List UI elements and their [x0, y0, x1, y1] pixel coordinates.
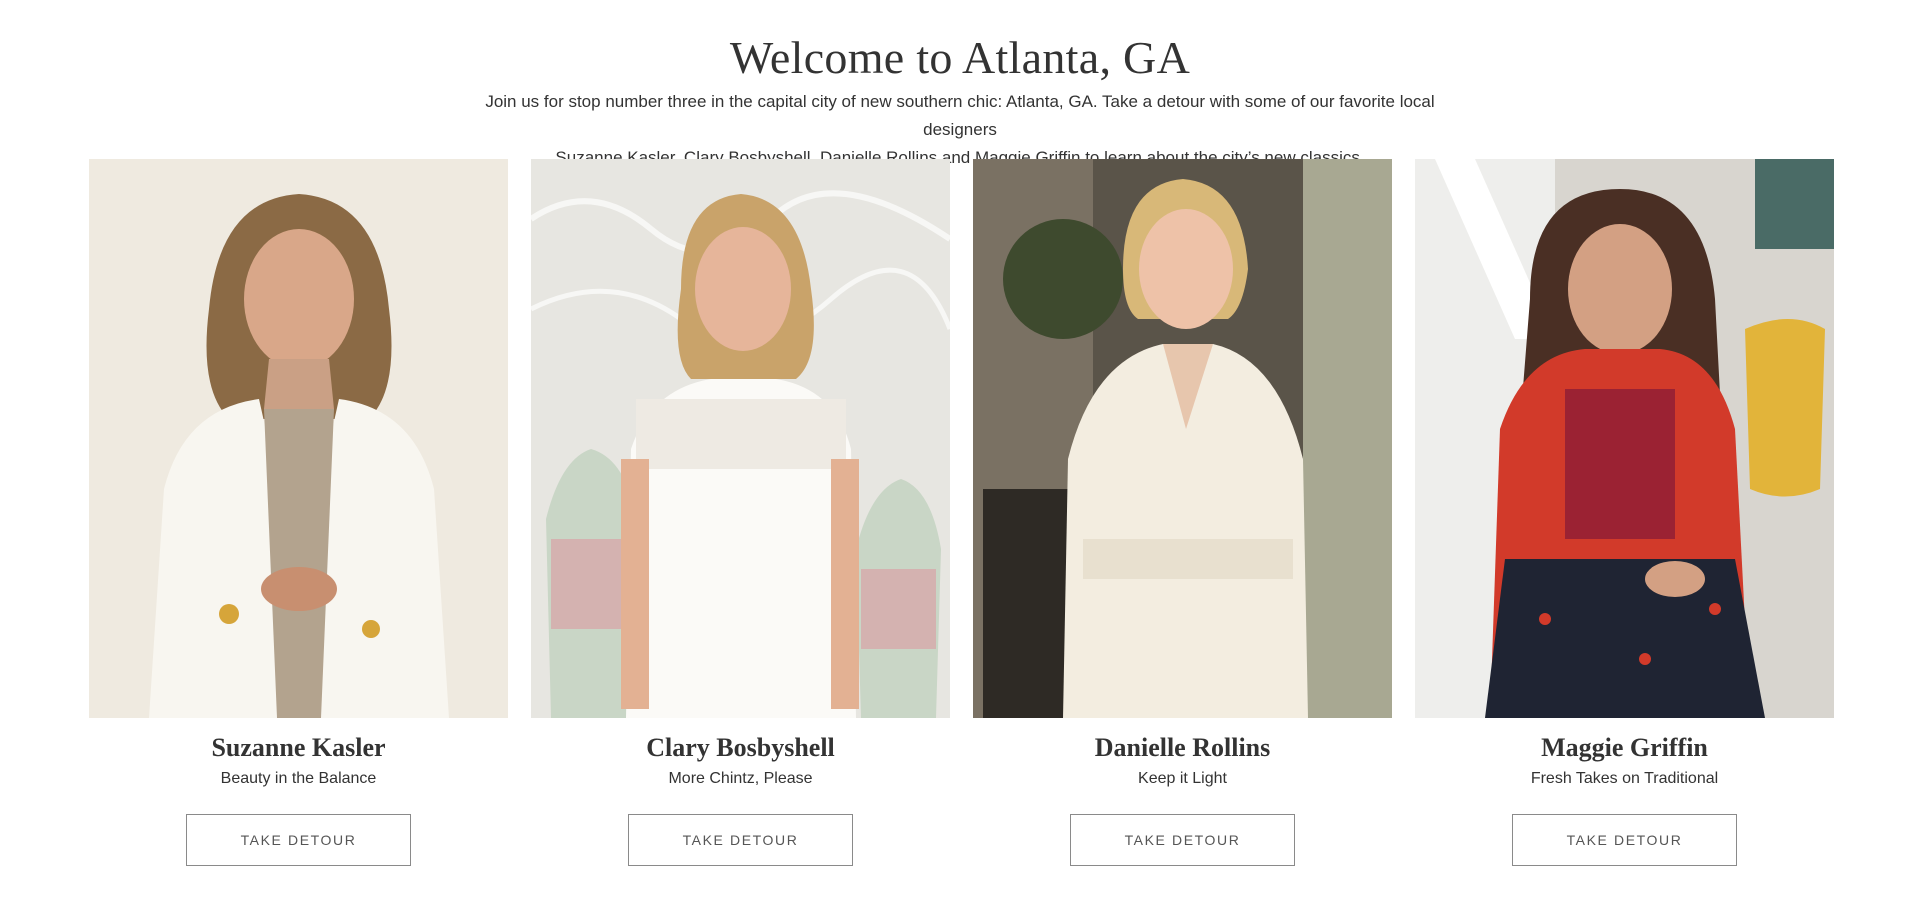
portrait-image: [973, 159, 1392, 718]
designer-card-clary-bosbyshell: Clary Bosbyshell More Chintz, Please TAK…: [531, 159, 950, 866]
designer-card-danielle-rollins: Danielle Rollins Keep it Light TAKE DETO…: [973, 159, 1392, 866]
designer-name: Suzanne Kasler: [211, 733, 386, 762]
designer-tagline: Beauty in the Balance: [220, 770, 377, 787]
page-title: Welcome to Atlanta, GA: [729, 32, 1191, 83]
portrait-image: [1415, 159, 1834, 718]
portrait-image: [531, 159, 950, 718]
take-detour-button[interactable]: TAKE DETOUR: [1512, 814, 1737, 866]
intro-line-1: Join us for stop number three in the cap…: [485, 92, 1435, 139]
take-detour-button[interactable]: TAKE DETOUR: [628, 814, 853, 866]
designer-photo[interactable]: [89, 159, 508, 718]
take-detour-button[interactable]: TAKE DETOUR: [186, 814, 411, 866]
designer-name: Danielle Rollins: [1094, 733, 1271, 762]
designer-photo[interactable]: [1415, 159, 1834, 718]
designer-tagline: More Chintz, Please: [668, 770, 813, 787]
designer-photo[interactable]: [973, 159, 1392, 718]
designer-name: Clary Bosbyshell: [646, 733, 835, 762]
page-header: Welcome to Atlanta, GA Join us for stop …: [0, 28, 1920, 172]
page: Welcome to Atlanta, GA Join us for stop …: [0, 0, 1920, 923]
designer-photo[interactable]: [531, 159, 950, 718]
designer-name: Maggie Griffin: [1541, 733, 1708, 762]
portrait-image: [89, 159, 508, 718]
designer-tagline: Keep it Light: [1138, 770, 1227, 787]
take-detour-button[interactable]: TAKE DETOUR: [1070, 814, 1295, 866]
designer-card-suzanne-kasler: Suzanne Kasler Beauty in the Balance TAK…: [89, 159, 508, 866]
designer-card-maggie-griffin: Maggie Griffin Fresh Takes on Traditiona…: [1415, 159, 1834, 866]
designer-tagline: Fresh Takes on Traditional: [1530, 770, 1719, 787]
designer-cards: Suzanne Kasler Beauty in the Balance TAK…: [89, 159, 1834, 866]
